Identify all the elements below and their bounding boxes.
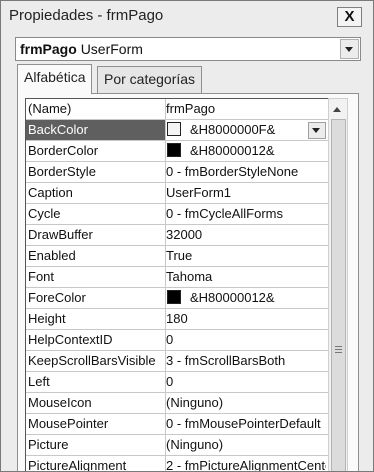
property-name: PictureAlignment bbox=[26, 456, 166, 471]
property-row[interactable]: Height 180 bbox=[26, 309, 328, 330]
property-name: HelpContextID bbox=[26, 330, 166, 350]
color-swatch bbox=[167, 290, 181, 304]
property-name: Cycle bbox=[26, 204, 166, 224]
property-value-text: 32000 bbox=[166, 227, 203, 242]
object-type: UserForm bbox=[80, 41, 143, 57]
property-value[interactable]: 3 - fmScrollBarsBoth bbox=[166, 351, 326, 371]
property-value[interactable]: 0 - fmMousePointerDefault bbox=[166, 414, 326, 434]
property-row[interactable]: Cycle 0 - fmCycleAllForms bbox=[26, 204, 328, 225]
window-title: Propiedades - frmPago bbox=[9, 7, 164, 24]
property-value-text: 3 - fmScrollBarsBoth bbox=[166, 353, 286, 368]
property-value[interactable]: 2 - fmPictureAlignmentCenter bbox=[166, 456, 326, 472]
property-value-text: (Ninguno) bbox=[166, 437, 224, 452]
property-value-text: 2 - fmPictureAlignmentCenter bbox=[166, 458, 326, 472]
property-name: (Name) bbox=[26, 99, 166, 119]
property-row[interactable]: Picture (Ninguno) bbox=[26, 435, 328, 456]
tab-por-categorias[interactable]: Por categorías bbox=[97, 66, 203, 93]
property-value[interactable]: (Ninguno) bbox=[166, 393, 326, 413]
property-name: Picture bbox=[26, 435, 166, 455]
property-value[interactable]: True bbox=[166, 246, 326, 266]
property-value[interactable]: 32000 bbox=[166, 225, 326, 245]
property-value[interactable]: 0 - fmCycleAllForms bbox=[166, 204, 326, 224]
property-row[interactable]: DrawBuffer 32000 bbox=[26, 225, 328, 246]
scroll-up-arrow-icon[interactable] bbox=[333, 107, 341, 112]
property-row[interactable]: Enabled True bbox=[26, 246, 328, 267]
property-value[interactable]: 0 bbox=[166, 372, 326, 392]
grip-line bbox=[335, 352, 342, 353]
scroll-thumb[interactable] bbox=[331, 119, 346, 471]
chevron-down-icon[interactable] bbox=[340, 39, 359, 59]
property-row[interactable]: ForeColor &H80000012& bbox=[26, 288, 328, 309]
property-value-text: (Ninguno) bbox=[166, 395, 224, 410]
property-name: DrawBuffer bbox=[26, 225, 166, 245]
property-row[interactable]: HelpContextID 0 bbox=[26, 330, 328, 351]
properties-window: Propiedades - frmPago X frmPago UserForm… bbox=[0, 0, 374, 472]
property-value-text: 0 bbox=[166, 332, 174, 347]
object-selector[interactable]: frmPago UserForm bbox=[15, 37, 361, 61]
property-name: ForeColor bbox=[26, 288, 166, 308]
property-row[interactable]: Caption UserForm1 bbox=[26, 183, 328, 204]
object-name: frmPago bbox=[20, 41, 77, 57]
value-dropdown-button[interactable] bbox=[308, 122, 326, 139]
property-value[interactable]: UserForm1 bbox=[166, 183, 326, 203]
property-name: Left bbox=[26, 372, 166, 392]
vertical-scrollbar[interactable] bbox=[328, 98, 348, 471]
property-row[interactable]: Font Tahoma bbox=[26, 267, 328, 288]
property-row[interactable]: KeepScrollBarsVisible 3 - fmScrollBarsBot… bbox=[26, 351, 328, 372]
property-name: MouseIcon bbox=[26, 393, 166, 413]
property-row[interactable]: BorderStyle 0 - fmBorderStyleNone bbox=[26, 162, 328, 183]
property-value-text: 0 - fmMousePointerDefault bbox=[166, 416, 321, 431]
grip-line bbox=[335, 346, 342, 347]
close-button[interactable]: X bbox=[337, 7, 362, 27]
property-row[interactable]: BackColor &H8000000F& bbox=[26, 120, 328, 141]
property-value-text: frmPago bbox=[166, 101, 216, 116]
property-row[interactable]: MousePointer 0 - fmMousePointerDefault bbox=[26, 414, 328, 435]
property-row[interactable]: MouseIcon (Ninguno) bbox=[26, 393, 328, 414]
property-value-text: &H80000012& bbox=[190, 290, 275, 305]
property-value-text: &H80000012& bbox=[190, 143, 275, 158]
property-value[interactable]: &H8000000F& bbox=[166, 120, 326, 140]
property-value-text: &H8000000F& bbox=[190, 122, 276, 137]
property-name: Caption bbox=[26, 183, 166, 203]
property-name: MousePointer bbox=[26, 414, 166, 434]
property-name: Height bbox=[26, 309, 166, 329]
property-value[interactable]: frmPago bbox=[166, 99, 326, 119]
property-value-text: Tahoma bbox=[166, 269, 213, 284]
grip-line bbox=[335, 349, 342, 350]
property-name: BorderStyle bbox=[26, 162, 166, 182]
property-value-text: 0 - fmCycleAllForms bbox=[166, 206, 284, 221]
property-name: BorderColor bbox=[26, 141, 166, 161]
property-value[interactable]: &H80000012& bbox=[166, 288, 326, 308]
property-value[interactable]: 0 - fmBorderStyleNone bbox=[166, 162, 326, 182]
property-row[interactable]: PictureAlignment 2 - fmPictureAlignmentCe… bbox=[26, 456, 328, 472]
color-swatch bbox=[167, 143, 181, 157]
property-grid: (Name) frmPago BackColor &H8000000F& BorderC… bbox=[25, 98, 329, 472]
property-value[interactable]: (Ninguno) bbox=[166, 435, 326, 455]
tab-alfabetica[interactable]: Alfabética bbox=[17, 64, 93, 94]
property-value[interactable]: Tahoma bbox=[166, 267, 326, 287]
property-row[interactable]: BorderColor &H80000012& bbox=[26, 141, 328, 162]
property-name: Font bbox=[26, 267, 166, 287]
property-value-text: 0 - fmBorderStyleNone bbox=[166, 164, 299, 179]
property-row[interactable]: (Name) frmPago bbox=[26, 99, 328, 120]
title-bar[interactable]: Propiedades - frmPago X bbox=[1, 1, 373, 31]
property-name: BackColor bbox=[26, 120, 166, 140]
property-name: Enabled bbox=[26, 246, 166, 266]
property-value-text: 0 bbox=[166, 374, 174, 389]
property-value[interactable]: 180 bbox=[166, 309, 326, 329]
property-value-text: UserForm1 bbox=[166, 185, 232, 200]
object-selector-label: frmPago UserForm bbox=[20, 41, 143, 57]
property-name: KeepScrollBarsVisible bbox=[26, 351, 166, 371]
color-swatch bbox=[167, 122, 181, 136]
property-value[interactable]: 0 bbox=[166, 330, 326, 350]
property-value-text: 180 bbox=[166, 311, 188, 326]
property-value[interactable]: &H80000012& bbox=[166, 141, 326, 161]
property-row[interactable]: Left 0 bbox=[26, 372, 328, 393]
property-value-text: True bbox=[166, 248, 193, 263]
